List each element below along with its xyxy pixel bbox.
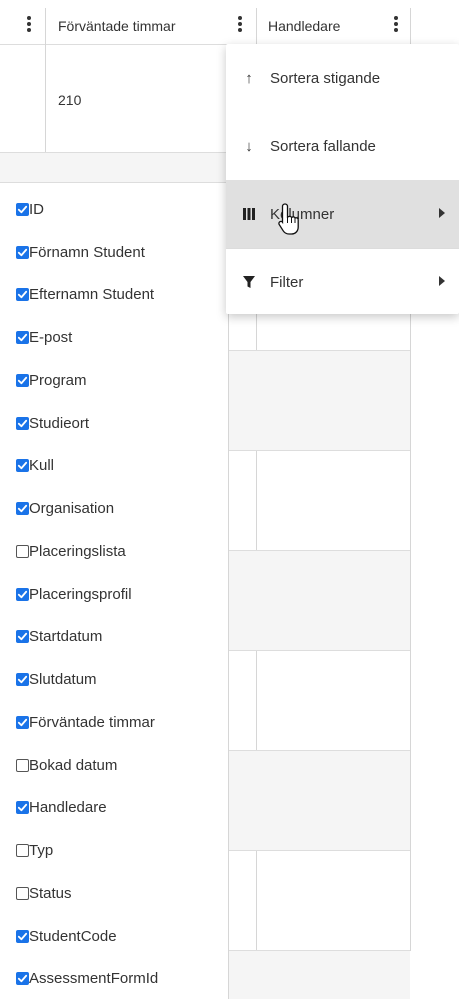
column-toggle-item[interactable]: StudentCode [16,915,228,958]
cell-forvantade-timmar: 210 [58,92,81,108]
column-toggle-label: AssessmentFormId [29,970,158,987]
checkbox-checked[interactable] [16,930,29,943]
column-toggle-item[interactable]: Status [16,872,228,915]
checkbox-checked[interactable] [16,630,29,643]
column-toggle-label: Efternamn Student [29,286,154,303]
checkbox-checked[interactable] [16,972,29,985]
column-toggle-item[interactable]: Organisation [16,487,228,530]
column-menu-icon[interactable] [238,14,242,34]
column-toggle-label: Status [29,885,72,902]
checkmark-icon [17,589,28,600]
checkmark-icon [17,204,28,215]
checkmark-icon [17,289,28,300]
checkmark-icon [17,375,28,386]
checkbox-checked[interactable] [16,203,29,216]
column-toggle-item[interactable]: Program [16,359,228,402]
column-toggle-item[interactable]: E-post [16,316,228,359]
column-toggle-item[interactable]: Bokad datum [16,744,228,787]
column-toggle-item[interactable]: AssessmentFormId [16,958,228,1000]
checkbox-unchecked[interactable] [16,759,29,772]
checkmark-icon [17,802,28,813]
checkbox-checked[interactable] [16,331,29,344]
checkmark-icon [17,332,28,343]
column-toggle-label: Bokad datum [29,757,117,774]
column-toggle-label: ID [29,201,44,218]
arrow-up-icon: ↑ [242,70,256,87]
checkbox-checked[interactable] [16,374,29,387]
checkbox-checked[interactable] [16,716,29,729]
column-toggle-label: Studieort [29,415,89,432]
column-toggle-label: E-post [29,329,72,346]
checkbox-checked[interactable] [16,588,29,601]
column-toggle-label: Startdatum [29,628,102,645]
checkmark-icon [17,717,28,728]
checkmark-icon [17,931,28,942]
checkbox-unchecked[interactable] [16,844,29,857]
submenu-arrow-icon [439,276,445,286]
checkmark-icon [17,503,28,514]
column-menu-icon[interactable] [394,14,398,34]
menu-item-label: Sortera fallande [270,138,376,155]
column-toggle-label: Förväntade timmar [29,714,155,731]
arrow-down-icon: ↓ [242,138,256,155]
checkmark-icon [17,631,28,642]
hand-cursor-icon [276,202,306,240]
menu-item-columns[interactable]: Kolumner [226,180,459,248]
column-toggle-item[interactable]: Kull [16,445,228,488]
submenu-arrow-icon [439,208,445,218]
column-context-menu: ↑ Sortera stigande ↓ Sortera fallande Ko… [226,44,459,314]
checkbox-checked[interactable] [16,417,29,430]
menu-item-sort-ascending[interactable]: ↑ Sortera stigande [226,44,459,112]
checkmark-icon [17,973,28,984]
column-chooser-list: ID Förnamn Student Efternamn Student E-post… [16,188,228,1000]
column-toggle-label: Kull [29,457,54,474]
checkbox-checked[interactable] [16,246,29,259]
menu-item-filter[interactable]: Filter [226,248,459,316]
column-toggle-label: Typ [29,842,53,859]
column-toggle-item[interactable]: Placeringsprofil [16,573,228,616]
column-menu-icon[interactable] [27,14,31,34]
column-toggle-item[interactable]: Förväntade timmar [16,701,228,744]
column-toggle-item[interactable]: Typ [16,829,228,872]
column-toggle-label: StudentCode [29,928,117,945]
column-toggle-label: Placeringslista [29,543,126,560]
column-toggle-label: Program [29,372,87,389]
checkbox-checked[interactable] [16,288,29,301]
column-toggle-label: Organisation [29,500,114,517]
column-toggle-label: Placeringsprofil [29,586,132,603]
column-toggle-label: Slutdatum [29,671,97,688]
column-toggle-item[interactable]: Efternamn Student [16,274,228,317]
column-toggle-label: Förnamn Student [29,244,145,261]
checkmark-icon [17,460,28,471]
columns-icon [242,207,256,221]
column-header-forvantade-timmar[interactable]: Förväntade timmar [58,8,175,44]
menu-item-sort-descending[interactable]: ↓ Sortera fallande [226,112,459,180]
checkbox-unchecked[interactable] [16,887,29,900]
menu-item-label: Filter [270,274,303,291]
column-toggle-label: Handledare [29,799,107,816]
column-toggle-item[interactable]: Förnamn Student [16,231,228,274]
checkmark-icon [17,674,28,685]
checkmark-icon [17,418,28,429]
checkbox-checked[interactable] [16,459,29,472]
checkbox-unchecked[interactable] [16,545,29,558]
checkbox-checked[interactable] [16,673,29,686]
column-toggle-item[interactable]: Handledare [16,787,228,830]
column-toggle-item[interactable]: ID [16,188,228,231]
menu-item-label: Sortera stigande [270,70,380,87]
column-toggle-item[interactable]: Placeringslista [16,530,228,573]
column-toggle-item[interactable]: Slutdatum [16,658,228,701]
column-toggle-item[interactable]: Startdatum [16,616,228,659]
checkmark-icon [17,247,28,258]
column-header-handledare[interactable]: Handledare [268,8,340,44]
filter-icon [242,275,256,289]
column-toggle-item[interactable]: Studieort [16,402,228,445]
checkbox-checked[interactable] [16,502,29,515]
checkbox-checked[interactable] [16,801,29,814]
